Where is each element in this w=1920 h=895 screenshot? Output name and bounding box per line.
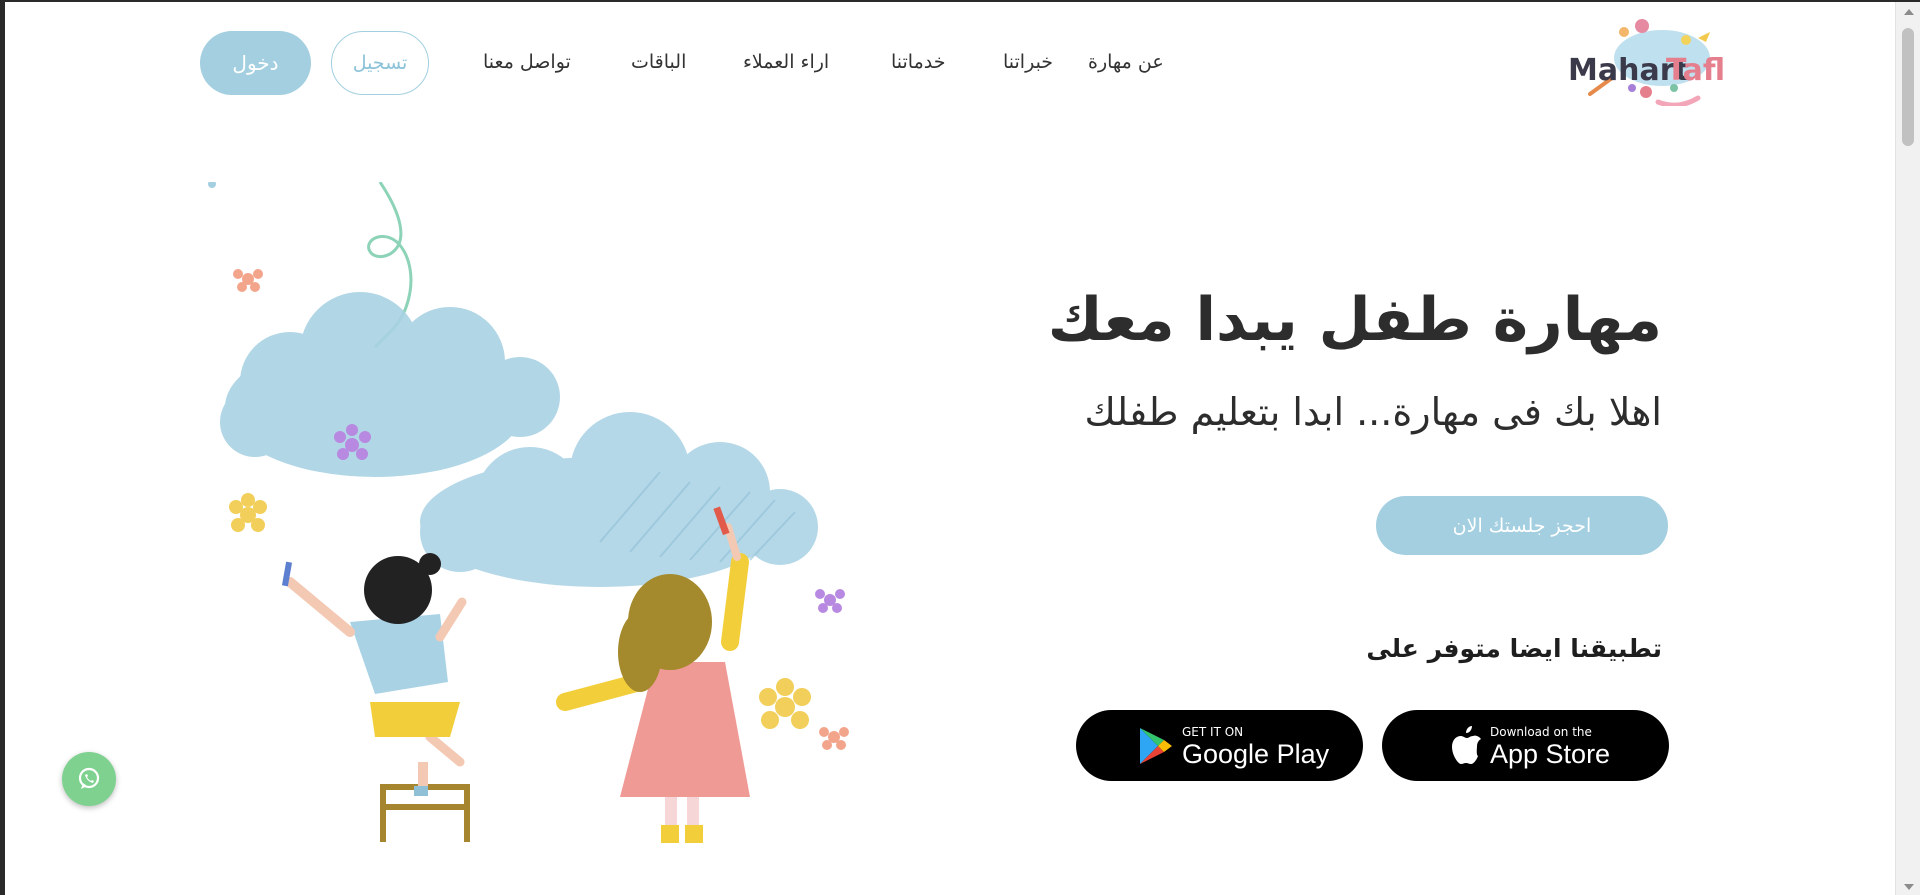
register-button[interactable]: تسجيل [331, 31, 429, 95]
nav-services[interactable]: خدماتنا [891, 51, 946, 73]
hero-subtitle: اهلا بك فى مهارة... ابدا بتعليم طفلك [1084, 390, 1662, 434]
app-store-button[interactable]: Download on the App Store [1382, 710, 1669, 781]
flower-orange-top [233, 269, 263, 292]
logo-text-tafl: Tafl [1666, 53, 1724, 88]
nav-experience[interactable]: خبراتنا [1003, 51, 1053, 73]
browser-viewport: دخول تسجيل تواصل معنا الباقات اراء العمل… [0, 0, 1920, 895]
google-play-big-text: Google Play [1182, 739, 1330, 769]
flower-orange-bottom [819, 727, 849, 750]
scroll-up-icon[interactable] [1904, 9, 1914, 15]
google-play-button[interactable]: GET IT ON Google Play [1076, 710, 1363, 781]
google-play-small-text: GET IT ON [1182, 725, 1244, 739]
flower-purple-right [815, 589, 845, 613]
scroll-down-icon[interactable] [1904, 884, 1914, 890]
page-scrollbar[interactable] [1895, 2, 1920, 895]
site-logo[interactable]: Mahart Tafl [1562, 18, 1725, 108]
hero-illustration [200, 180, 870, 847]
flower-yellow-right [759, 678, 811, 729]
whatsapp-icon [78, 767, 100, 789]
app-store-big-text: App Store [1490, 739, 1611, 769]
child-left [281, 553, 467, 796]
logo-graphic: Mahart Tafl [1568, 19, 1725, 108]
app-available-heading: تطبيقنا ايضا متوفر على [1366, 634, 1662, 663]
login-button[interactable]: دخول [200, 31, 311, 95]
nav-contact[interactable]: تواصل معنا [483, 51, 571, 73]
whatsapp-button[interactable] [62, 752, 116, 806]
nav-packages[interactable]: الباقات [631, 51, 686, 73]
book-session-button[interactable]: احجز جلستك الان [1376, 496, 1668, 555]
cloud-left [220, 292, 560, 477]
nav-about[interactable]: عن مهارة [1088, 51, 1164, 73]
nav-reviews[interactable]: اراء العملاء [743, 51, 829, 73]
app-store-small-text: Download on the [1490, 725, 1592, 739]
scrollbar-thumb[interactable] [1902, 28, 1914, 146]
apple-icon [1452, 726, 1481, 764]
google-play-icon [1140, 728, 1172, 764]
flower-yellow-left [229, 493, 267, 532]
hero-title: مهارة طفل يبدا معك [1047, 285, 1663, 355]
